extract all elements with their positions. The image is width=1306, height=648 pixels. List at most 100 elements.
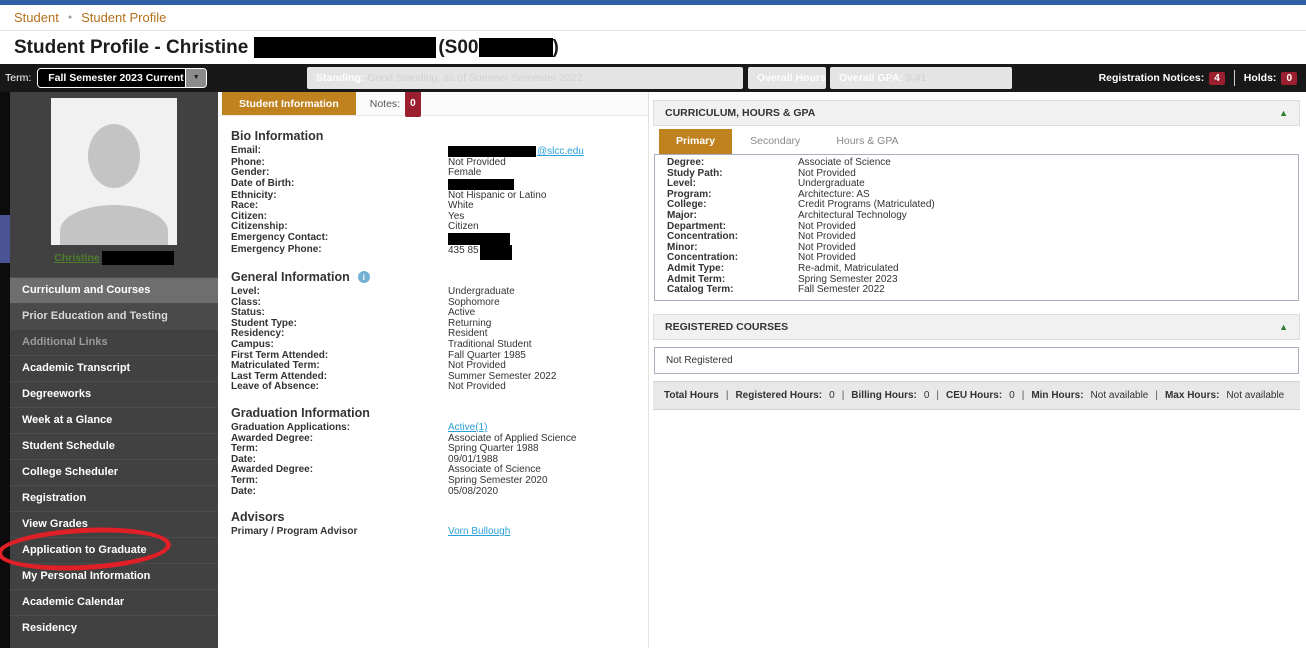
redaction-box xyxy=(254,37,436,58)
sidebar-item-additional-links: Additional Links xyxy=(10,329,218,355)
sidebar-item-registration[interactable]: Registration xyxy=(10,485,218,511)
bio-row-citizen: Citizen: Yes xyxy=(231,212,648,223)
field-value: 435 85 xyxy=(448,245,512,257)
right-column: CURRICULUM, HOURS & GPA ▲ Primary Second… xyxy=(648,92,1306,648)
field-value xyxy=(448,233,510,245)
breadcrumb-student-profile[interactable]: Student Profile xyxy=(81,10,166,25)
tab-hours-gpa[interactable]: Hours & GPA xyxy=(818,129,916,154)
redaction-box xyxy=(448,179,514,190)
graduation-row: Awarded Degree:Associate of Applied Scie… xyxy=(231,434,648,445)
advisors-heading: Advisors xyxy=(231,510,648,524)
tab-primary[interactable]: Primary xyxy=(659,129,732,154)
bio-row-email: Email: @slcc.edu xyxy=(231,146,648,158)
sidebar-item-prior-education-and-testing[interactable]: Prior Education and Testing xyxy=(10,303,218,329)
hours-totals-bar: Total Hours | Registered Hours: 0 | Bill… xyxy=(653,381,1300,410)
breadcrumb-student[interactable]: Student xyxy=(14,10,59,25)
field-value: Fall Semester 2022 xyxy=(798,285,885,296)
email-link[interactable]: @slcc.edu xyxy=(537,146,584,157)
sidebar-item-week-at-a-glance[interactable]: Week at a Glance xyxy=(10,407,218,433)
overall-hours-display: Overall Hours: 113.69 xyxy=(748,67,826,89)
breadcrumb: Student ● Student Profile xyxy=(0,5,1306,31)
holds-button[interactable]: Holds: 0 xyxy=(1244,72,1297,85)
advisor-link[interactable]: Vorn Bullough xyxy=(448,526,510,537)
sidebar-item-college-scheduler[interactable]: College Scheduler xyxy=(10,459,218,485)
registered-courses-title: REGISTERED COURSES xyxy=(665,321,788,333)
student-profile-page: Student ● Student Profile Student Profil… xyxy=(0,0,1306,648)
curriculum-row: Admit Type:Re-admit, Matriculated xyxy=(655,264,1298,275)
sidebar-item-degreeworks[interactable]: Degreeworks xyxy=(10,381,218,407)
tab-notes[interactable]: Notes: 0 xyxy=(356,92,435,115)
total-value: Not available xyxy=(1091,390,1149,401)
total-value: 0 xyxy=(1009,390,1015,401)
left-scrollbar xyxy=(0,92,10,648)
registered-courses-header: REGISTERED COURSES ▲ xyxy=(653,314,1300,340)
term-label: Term: xyxy=(5,72,31,84)
redaction-box xyxy=(480,245,512,260)
sidebar: Christine Curriculum and Courses Prior E… xyxy=(10,92,218,648)
content-area: Christine Curriculum and Courses Prior E… xyxy=(0,92,1306,648)
sidebar-menu: Curriculum and Courses Prior Education a… xyxy=(10,277,218,641)
bio-information-heading: Bio Information xyxy=(231,129,648,143)
field-value: Associate of Science xyxy=(798,158,891,169)
curriculum-row: Department:Not Provided xyxy=(655,222,1298,233)
general-row: Student Type:Returning xyxy=(231,319,648,330)
curriculum-row: College:Credit Programs (Matriculated) xyxy=(655,200,1298,211)
notes-label: Notes: xyxy=(370,92,400,116)
overall-gpa-value: 3.41 xyxy=(906,72,926,84)
separator: | xyxy=(936,390,939,401)
student-name-link[interactable]: Christine xyxy=(54,252,100,264)
registration-notices-button[interactable]: Registration Notices: 4 xyxy=(1099,72,1225,85)
redaction-box xyxy=(479,38,553,57)
sidebar-item-my-personal-information[interactable]: My Personal Information xyxy=(10,563,218,589)
general-information-heading: General Information i xyxy=(231,270,648,284)
term-select-value[interactable]: Fall Semester 2023 Current ... xyxy=(38,69,186,87)
avatar-head xyxy=(88,124,140,188)
overall-gpa-label: Overall GPA: xyxy=(839,72,903,84)
chevron-down-icon[interactable]: ▼ xyxy=(186,69,206,87)
curriculum-tab-row: Primary Secondary Hours & GPA xyxy=(653,126,1300,154)
field-label: Email: xyxy=(231,146,448,158)
field-value: 05/08/2020 xyxy=(448,487,498,498)
collapse-chevron-icon[interactable]: ▲ xyxy=(1279,322,1288,332)
term-bar-right: Registration Notices: 4 Holds: 0 xyxy=(1099,70,1306,86)
field-value: Vorn Bullough xyxy=(448,527,510,538)
standing-value: Good Standing, as of Summer Semester 202… xyxy=(367,72,582,84)
holds-label: Holds: xyxy=(1244,72,1277,84)
tab-student-information[interactable]: Student Information xyxy=(222,92,356,115)
curriculum-row: Concentration:Not Provided xyxy=(655,253,1298,264)
overall-gpa-display: Overall GPA: 3.41 xyxy=(830,67,1012,89)
graduation-row: Term:Spring Quarter 1988 xyxy=(231,444,648,455)
term-bar: Term: Fall Semester 2023 Current ... ▼ S… xyxy=(0,64,1306,92)
collapse-chevron-icon[interactable]: ▲ xyxy=(1279,108,1288,118)
scrollbar-thumb[interactable] xyxy=(0,215,10,263)
total-label: Max Hours: xyxy=(1165,390,1219,401)
sidebar-item-view-grades[interactable]: View Grades xyxy=(10,511,218,537)
term-select[interactable]: Fall Semester 2023 Current ... ▼ xyxy=(37,68,207,88)
heading-text: General Information xyxy=(231,270,350,284)
field-value: Undergraduate xyxy=(448,287,515,298)
sidebar-item-residency[interactable]: Residency xyxy=(10,615,218,641)
total-label: Total Hours xyxy=(664,390,719,401)
field-value xyxy=(448,179,514,191)
info-icon[interactable]: i xyxy=(358,271,370,283)
overall-hours-label: Overall Hours: xyxy=(757,72,826,84)
graduation-information-heading: Graduation Information xyxy=(231,406,648,420)
total-label: Min Hours: xyxy=(1031,390,1083,401)
field-label: Degree: xyxy=(655,158,798,169)
bio-row-phone: Phone: Not Provided xyxy=(231,158,648,169)
curriculum-row: Study Path:Not Provided xyxy=(655,169,1298,180)
curriculum-row: Admit Term:Spring Semester 2023 xyxy=(655,275,1298,286)
sidebar-item-student-schedule[interactable]: Student Schedule xyxy=(10,433,218,459)
field-label: Campus: xyxy=(231,340,448,351)
graduation-applications-link[interactable]: Active(1) xyxy=(448,422,487,433)
field-value: Female xyxy=(448,168,481,179)
field-label: Term: xyxy=(231,444,448,455)
sidebar-item-academic-transcript[interactable]: Academic Transcript xyxy=(10,355,218,381)
graduation-row-applications: Graduation Applications: Active(1) xyxy=(231,423,648,434)
sidebar-item-curriculum-and-courses[interactable]: Curriculum and Courses xyxy=(10,277,218,303)
field-value: Architectural Technology xyxy=(798,211,907,222)
sidebar-item-application-to-graduate[interactable]: Application to Graduate xyxy=(10,537,218,563)
tab-secondary[interactable]: Secondary xyxy=(732,129,818,154)
sidebar-item-academic-calendar[interactable]: Academic Calendar xyxy=(10,589,218,615)
curriculum-content-box: Degree:Associate of Science Study Path:N… xyxy=(654,154,1299,301)
